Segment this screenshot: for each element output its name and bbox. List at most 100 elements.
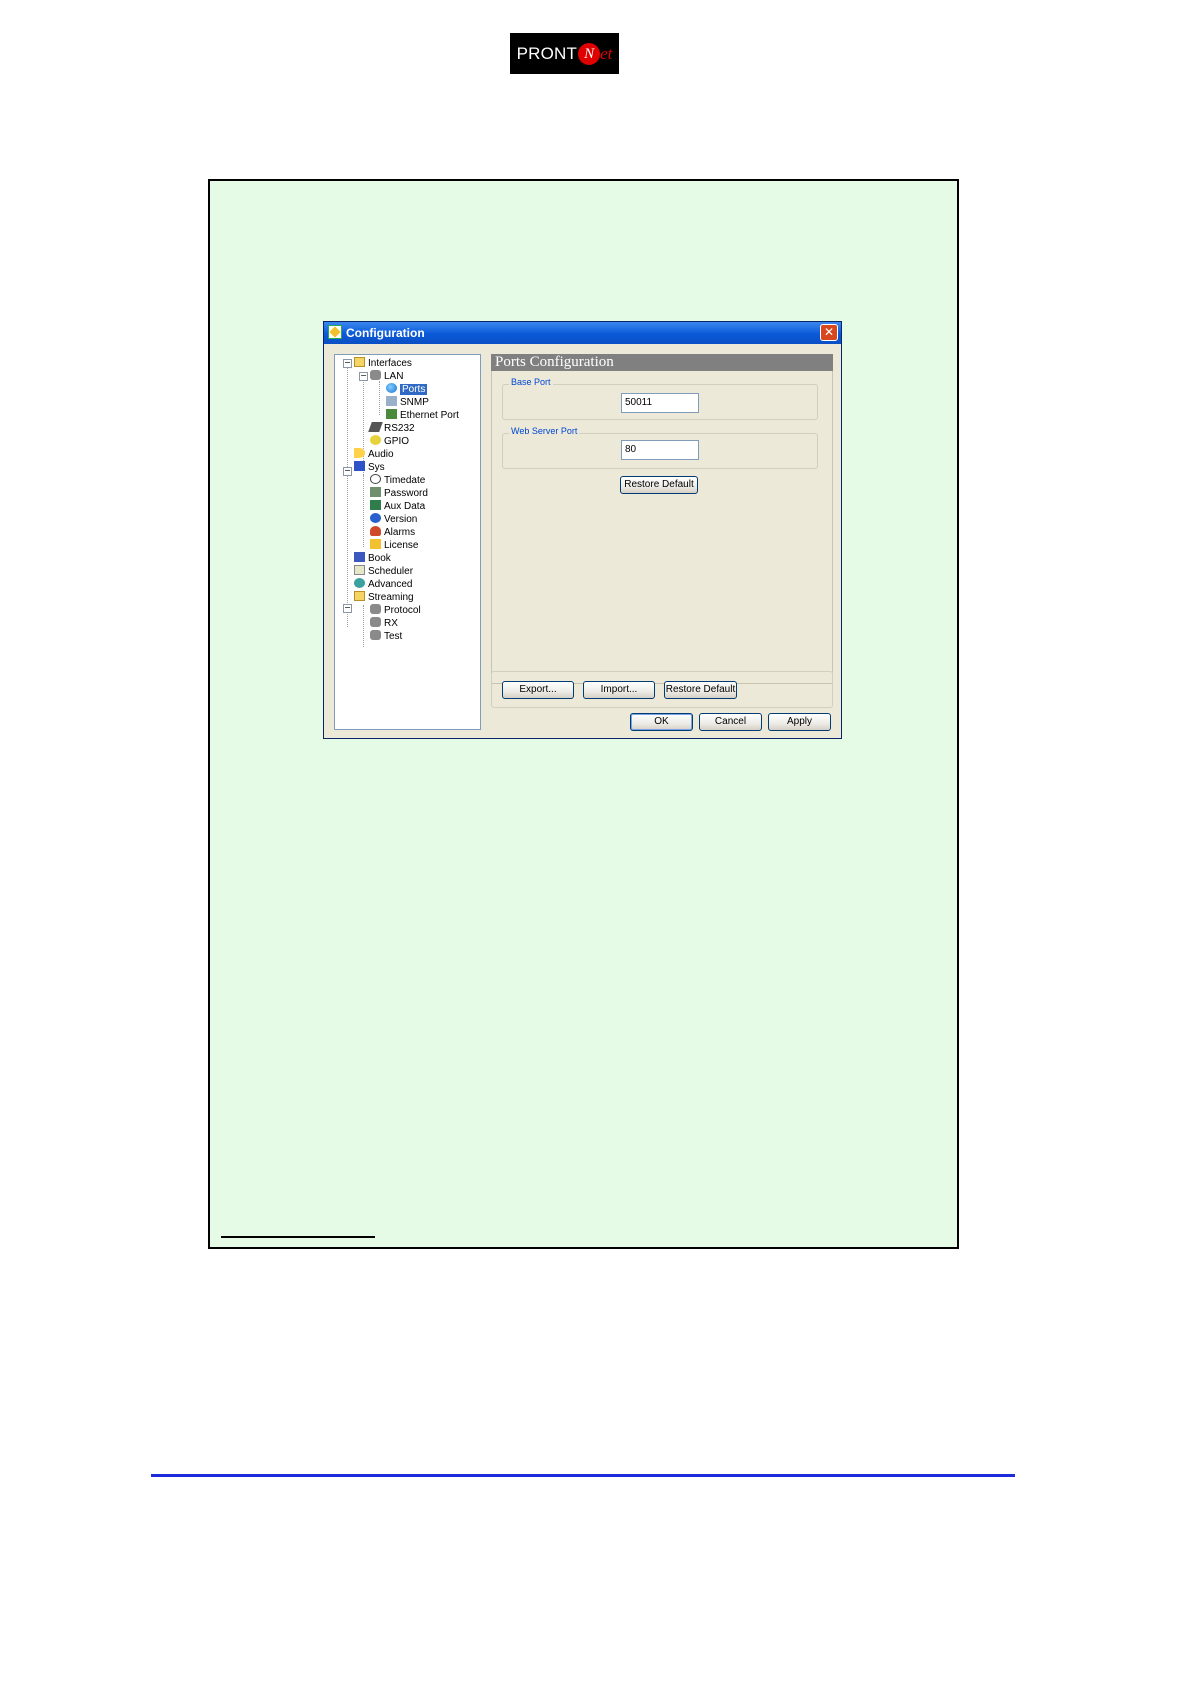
tree-item-label: SNMP [400, 397, 429, 408]
tree-item-rx[interactable]: RX [370, 617, 398, 630]
tree-item-license[interactable]: License [370, 539, 418, 552]
configuration-window: Configuration ✕ − − − − Interfaces LAN P… [323, 321, 842, 739]
tree-item-label: LAN [384, 371, 404, 382]
tree-item-label: Advanced [368, 579, 413, 590]
tree-item-label: Interfaces [368, 358, 412, 369]
prontnet-logo: PRONT N et [510, 33, 619, 74]
tree-item-gpio[interactable]: GPIO [370, 435, 409, 448]
tree-item-scheduler[interactable]: Scheduler [354, 565, 413, 578]
ethernet-icon [386, 409, 397, 419]
tree-item-label: Protocol [384, 605, 421, 616]
tree-item-label: Alarms [384, 527, 416, 538]
tree-item-protocol[interactable]: Protocol [370, 604, 421, 617]
tree-item-label: Timedate [384, 475, 426, 486]
figure-frame: Configuration ✕ − − − − Interfaces LAN P… [208, 179, 959, 1249]
apply-button[interactable]: Apply [768, 713, 831, 731]
logo-tail: et [600, 43, 613, 63]
expander-interfaces[interactable]: − [343, 359, 352, 368]
tree-item-audio[interactable]: Audio [354, 448, 394, 461]
ports-configuration-panel: Base Port 50011 Web Server Port 80 Resto… [491, 371, 833, 684]
expander-lan[interactable]: − [359, 372, 368, 381]
tree-item-book[interactable]: Book [354, 552, 391, 565]
tree-item-ethernet-port[interactable]: Ethernet Port [386, 409, 459, 422]
panel-title: Ports Configuration [491, 354, 833, 371]
folder-icon [354, 591, 365, 601]
close-button[interactable]: ✕ [820, 324, 838, 341]
title-bar[interactable]: Configuration ✕ [324, 322, 841, 344]
web-server-port-group: Web Server Port 80 [502, 426, 818, 469]
base-port-group: Base Port 50011 [502, 377, 818, 420]
tree-item-sys[interactable]: Sys [354, 461, 385, 474]
globe-icon [386, 383, 397, 393]
network-icon [370, 630, 381, 640]
import-button[interactable]: Import... [583, 681, 655, 699]
export-button[interactable]: Export... [502, 681, 574, 699]
alarm-icon [370, 526, 381, 536]
tree-item-label: Sys [368, 462, 385, 473]
network-icon [370, 370, 381, 380]
serial-cable-icon [368, 422, 383, 432]
tree-item-lan[interactable]: LAN [370, 370, 403, 383]
tree-item-password[interactable]: Password [370, 487, 428, 500]
tree-item-label: Test [384, 631, 403, 642]
tree-connector [363, 475, 364, 547]
tree-connector [379, 381, 380, 415]
import-export-group: Export... Import... Restore Default [491, 671, 833, 708]
tree-item-label: Version [384, 514, 418, 525]
web-server-port-label: Web Server Port [509, 426, 580, 436]
tree-item-rs232[interactable]: RS232 [368, 422, 415, 435]
tree-item-label: Ethernet Port [400, 410, 459, 421]
ok-button[interactable]: OK [630, 713, 693, 731]
lock-icon [370, 539, 381, 549]
tree-item-streaming[interactable]: Streaming [354, 591, 414, 604]
tree-item-version[interactable]: Version [370, 513, 417, 526]
advanced-icon [354, 578, 365, 588]
logo-n-mark: N [578, 42, 601, 65]
cancel-button[interactable]: Cancel [699, 713, 762, 731]
expander-streaming[interactable]: − [343, 604, 352, 613]
folder-icon [354, 357, 365, 367]
panel-restore-default-button[interactable]: Restore Default [620, 476, 698, 494]
tree-item-label: Password [384, 488, 428, 499]
base-port-input[interactable]: 50011 [621, 393, 699, 413]
tree-item-test[interactable]: Test [370, 630, 402, 643]
tree-item-label: RS232 [384, 423, 415, 434]
tree-connector [363, 605, 364, 647]
footer-rule [151, 1474, 1015, 1477]
tree-item-advanced[interactable]: Advanced [354, 578, 412, 591]
tree-item-ports[interactable]: Ports [386, 383, 428, 396]
tree-item-label: GPIO [384, 436, 410, 447]
aux-data-icon [370, 500, 381, 510]
tree-item-interfaces[interactable]: Interfaces [354, 357, 412, 370]
network-icon [370, 617, 381, 627]
tree-item-label: Streaming [368, 592, 414, 603]
navigation-tree[interactable]: − − − − Interfaces LAN Ports SNMP Ethern… [334, 354, 481, 730]
tree-item-label: Scheduler [368, 566, 414, 577]
base-port-label: Base Port [509, 377, 553, 387]
key-icon [370, 487, 381, 497]
expander-sys[interactable]: − [343, 467, 352, 476]
tree-item-label: Audio [368, 449, 394, 460]
tree-item-label: RX [384, 618, 398, 629]
gpio-icon [370, 435, 381, 445]
clock-icon [370, 474, 381, 484]
tree-item-snmp[interactable]: SNMP [386, 396, 429, 409]
app-icon [328, 325, 342, 339]
scheduler-icon [354, 565, 365, 575]
snmp-icon [386, 396, 397, 406]
tree-item-label-selected: Ports [400, 384, 428, 395]
tree-item-label: Book [368, 553, 391, 564]
book-icon [354, 552, 365, 562]
info-icon [370, 513, 381, 523]
window-title: Configuration [346, 326, 425, 340]
tree-item-timedate[interactable]: Timedate [370, 474, 425, 487]
tree-item-label: Aux Data [384, 501, 426, 512]
tree-item-alarms[interactable]: Alarms [370, 526, 415, 539]
footnote-rule [221, 1236, 375, 1238]
network-icon [370, 604, 381, 614]
restore-default-button[interactable]: Restore Default [664, 681, 737, 699]
tree-item-label: License [384, 540, 419, 551]
tree-connector [347, 367, 348, 627]
web-server-port-input[interactable]: 80 [621, 440, 699, 460]
tree-item-aux-data[interactable]: Aux Data [370, 500, 425, 513]
